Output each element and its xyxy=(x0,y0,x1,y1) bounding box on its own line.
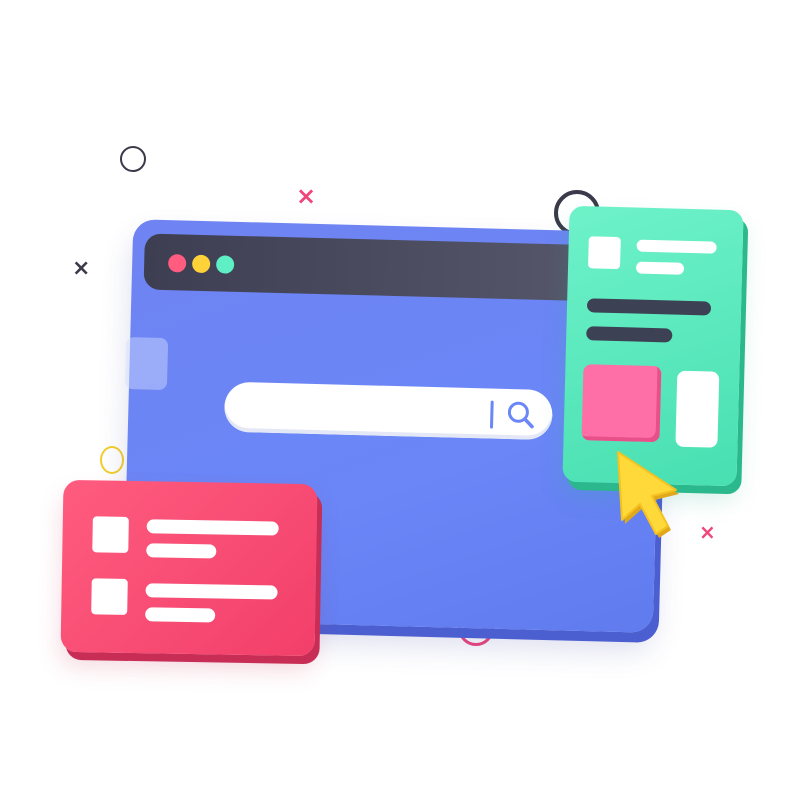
maximize-dot-icon[interactable] xyxy=(215,255,235,274)
cross-decoration: × xyxy=(699,520,716,544)
list-item-line xyxy=(146,543,217,559)
minimize-dot-icon[interactable] xyxy=(191,254,211,274)
detail-text-line xyxy=(586,298,712,316)
cross-decoration: × xyxy=(296,182,317,210)
list-card[interactable] xyxy=(60,479,318,657)
detail-card[interactable] xyxy=(562,205,744,487)
detail-text-line xyxy=(586,326,673,343)
list-item-thumbnail xyxy=(92,516,129,553)
search-icon[interactable] xyxy=(506,400,537,431)
list-item-thumbnail xyxy=(91,578,128,615)
side-tab[interactable] xyxy=(124,336,169,391)
detail-title-line xyxy=(636,239,717,254)
list-item-line xyxy=(145,583,278,600)
side-panel-placeholder[interactable] xyxy=(675,370,720,448)
image-placeholder[interactable] xyxy=(581,364,662,443)
list-item-line xyxy=(145,607,216,623)
cross-decoration: × xyxy=(72,256,91,281)
detail-subtitle-line xyxy=(635,261,685,275)
list-item-line xyxy=(146,519,279,536)
ring-decoration xyxy=(100,446,124,474)
text-cursor xyxy=(489,400,494,429)
close-dot-icon[interactable] xyxy=(167,254,187,273)
search-input[interactable] xyxy=(223,381,553,441)
detail-thumbnail xyxy=(588,236,621,270)
ring-decoration xyxy=(120,146,146,172)
mouse-pointer-icon xyxy=(617,451,679,538)
